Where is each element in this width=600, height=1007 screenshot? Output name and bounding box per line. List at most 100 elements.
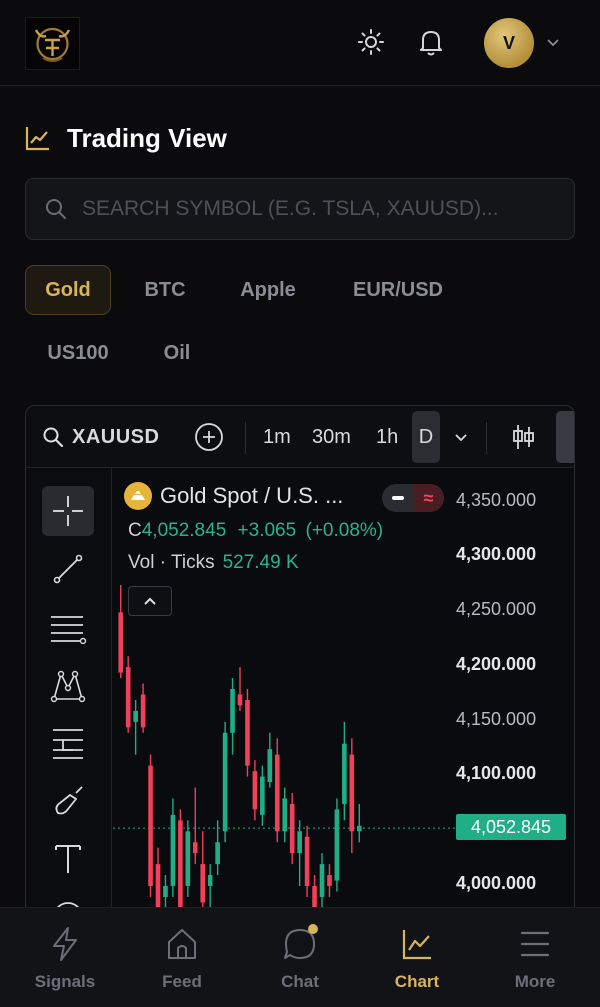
candle-body — [230, 689, 235, 733]
candle-body — [192, 842, 198, 854]
candle — [245, 689, 250, 777]
nav-chat[interactable]: Chat — [250, 924, 350, 992]
pattern-tool[interactable] — [42, 660, 94, 710]
candle — [133, 699, 138, 755]
page-title: Trading View — [67, 122, 227, 153]
candle — [327, 864, 332, 897]
interval-d[interactable]: D — [412, 411, 440, 463]
candle — [304, 825, 310, 897]
long-position-icon — [53, 729, 83, 759]
volume-readout: Vol · Ticks 527.49 K — [128, 552, 299, 574]
symbol-chip-apple[interactable]: Apple — [222, 265, 314, 315]
chevron-down-icon[interactable] — [546, 34, 560, 52]
candle-body — [140, 694, 146, 728]
crosshair-icon — [53, 496, 83, 526]
candle — [297, 820, 302, 886]
candle-body — [282, 798, 288, 832]
y-tick-label: 4,350.000 — [456, 490, 537, 510]
line-chart-icon — [25, 127, 49, 151]
horizontal-lines-icon — [51, 616, 87, 644]
current-price-tag: 4,052.845 — [456, 814, 566, 840]
candle-body — [274, 754, 280, 832]
nav-signals[interactable]: Signals — [15, 926, 115, 992]
candle — [125, 656, 131, 733]
chart-legend[interactable]: Gold Spot / U.S. ... — [124, 482, 343, 510]
candle-body — [327, 875, 332, 886]
candle-body — [185, 831, 191, 886]
drawing-tools — [26, 468, 112, 924]
nav-chart[interactable]: Chart — [367, 926, 467, 992]
candle-body — [170, 814, 176, 886]
symbol-chip-gold[interactable]: Gold — [25, 265, 111, 315]
avatar[interactable]: V — [484, 18, 534, 68]
candles-icon — [513, 425, 534, 449]
candle-body — [133, 710, 138, 722]
brush-tool[interactable] — [42, 776, 94, 826]
bottom-nav: Signals Feed Chat Chart More — [0, 907, 600, 1007]
candle-body — [118, 612, 124, 673]
interval-dropdown[interactable] — [454, 406, 468, 468]
bell-icon — [420, 31, 442, 56]
crosshair-tool[interactable] — [42, 486, 94, 536]
candle — [170, 798, 176, 897]
top-bar: V — [0, 0, 600, 86]
candle — [282, 787, 288, 843]
y-tick-label: 4,200.000 — [456, 654, 537, 674]
projection-tool[interactable] — [42, 718, 94, 768]
collapse-legend-button[interactable] — [128, 586, 172, 616]
theme-toggle-button[interactable] — [353, 24, 389, 60]
text-tool[interactable] — [42, 834, 94, 884]
candle — [140, 683, 146, 733]
fib-tool[interactable] — [42, 602, 94, 652]
toolbar-divider — [245, 422, 246, 454]
ohlc-readout: C4,052.845 +3.065 (+0.08%) — [128, 520, 383, 542]
nav-more[interactable]: More — [485, 926, 585, 992]
legend-actions[interactable]: ≈ — [382, 484, 444, 512]
nav-label: Chart — [394, 972, 440, 991]
search-icon — [43, 427, 64, 448]
y-tick-label: 4,250.000 — [456, 599, 537, 619]
candle-body — [237, 694, 243, 706]
close-prefix: C — [128, 520, 142, 541]
wave-icon[interactable]: ≈ — [413, 484, 444, 512]
candle-body — [297, 831, 302, 854]
candle — [192, 787, 198, 865]
chart-widget[interactable]: XAUUSD 1m 30m 1h D Gold Spot / U.S. ... … — [25, 405, 575, 925]
candle — [230, 678, 235, 755]
candle-body — [207, 875, 213, 886]
symbol-chip-oil[interactable]: Oil — [146, 328, 208, 378]
search-input[interactable] — [82, 197, 552, 221]
symbol-search[interactable] — [25, 178, 575, 240]
compare-button[interactable] — [194, 406, 224, 468]
symbol-chip-btc[interactable]: BTC — [128, 265, 202, 315]
trend-line-tool[interactable] — [42, 544, 94, 594]
toolbar-divider — [486, 422, 487, 454]
nav-feed[interactable]: Feed — [132, 926, 232, 992]
interval-30m[interactable]: 30m — [312, 406, 351, 468]
symbol-chip-eurusd[interactable]: EUR/USD — [334, 265, 462, 315]
candle-body — [155, 864, 161, 914]
text-icon — [55, 845, 81, 873]
bull-logo-icon — [34, 27, 71, 62]
chart-type-button[interactable] — [510, 406, 536, 468]
candle — [349, 738, 355, 854]
y-tick-label: 4,300.000 — [456, 544, 537, 564]
candle — [178, 809, 183, 914]
candle-body — [163, 886, 168, 897]
candle — [334, 798, 340, 892]
y-tick-label: 4,150.000 — [456, 709, 537, 729]
candle-body — [267, 749, 273, 783]
notifications-button[interactable] — [413, 24, 449, 60]
chart-icon — [402, 930, 431, 960]
home-icon — [168, 929, 196, 959]
candle — [289, 792, 295, 865]
interval-1h[interactable]: 1h — [376, 406, 398, 468]
interval-1m[interactable]: 1m — [263, 406, 291, 468]
minus-icon[interactable] — [382, 484, 413, 512]
toolbar-overflow[interactable] — [556, 411, 574, 463]
symbol-chip-us100[interactable]: US100 — [30, 328, 126, 378]
chart-symbol-search[interactable]: XAUUSD — [42, 406, 159, 468]
candle — [267, 732, 273, 788]
change-value: +3.065 — [237, 520, 297, 541]
brand-logo[interactable] — [25, 17, 80, 70]
